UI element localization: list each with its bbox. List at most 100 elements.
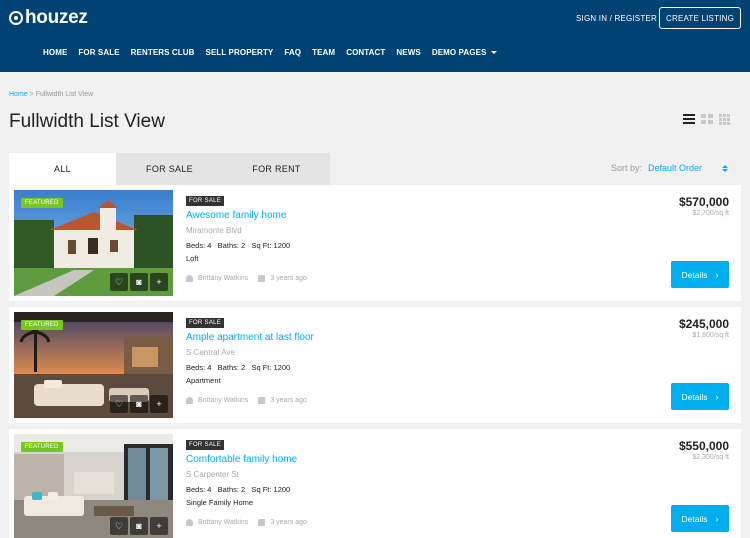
posted-date: 3 years ago — [270, 275, 307, 282]
details-button[interactable]: Details › — [671, 383, 729, 410]
grid-small-view-icon[interactable] — [719, 114, 731, 125]
camera-icon[interactable]: ◙ — [130, 395, 148, 413]
listing-type: Loft — [186, 254, 199, 263]
price-per-sqft: $1,800/sq ft — [692, 332, 729, 339]
tab-for-rent[interactable]: FOR RENT — [223, 153, 330, 185]
listing-address: S Carpenter St — [186, 470, 239, 479]
nav-item-for-sale[interactable]: FOR SALE — [78, 48, 119, 57]
listing-price: $570,000 — [678, 195, 729, 209]
details-label: Details — [681, 391, 708, 402]
agent-name[interactable]: Brittany Watkins — [198, 519, 248, 526]
agent-name[interactable]: Brittany Watkins — [198, 275, 248, 282]
logo-text: houzez — [25, 7, 88, 28]
heart-icon[interactable]: ♡ — [110, 517, 128, 535]
nav-item-renters-club[interactable]: RENTERS CLUB — [131, 48, 195, 57]
location-pin-icon — [9, 11, 23, 25]
listing-type: Apartment — [186, 376, 221, 385]
image-actions: ♡ ◙ + — [110, 517, 168, 535]
nav-item-contact[interactable]: CONTACT — [346, 48, 385, 57]
nav-item-team[interactable]: TEAM — [312, 48, 335, 57]
tab-all[interactable]: ALL — [9, 153, 116, 185]
listing-title[interactable]: Ample apartment at last floor — [186, 332, 314, 343]
sort-arrows-icon — [722, 164, 729, 172]
breadcrumb-home-link[interactable]: Home — [9, 91, 28, 98]
posted-date: 3 years ago — [270, 397, 307, 404]
nav-item-news[interactable]: NEWS — [396, 48, 420, 57]
nav-label: CONTACT — [346, 48, 386, 57]
create-listing-button[interactable]: CREATE LISTING — [659, 7, 741, 29]
price-per-sqft: $2,300/sq ft — [692, 454, 729, 461]
logo[interactable]: houzez — [9, 7, 88, 29]
nav-label: DEMO PAGES — [431, 48, 487, 57]
listing-specs: Beds: 4 Baths: 2 Sq Ft: 1200 — [186, 485, 291, 494]
posted-date: 3 years ago — [270, 519, 307, 526]
nav-label: SELL PROPERTY — [205, 48, 274, 57]
nav-label: FAQ — [284, 48, 302, 57]
nav-item-home[interactable]: HOME — [43, 48, 67, 57]
plus-icon[interactable]: + — [150, 273, 168, 291]
nav-label: NEWS — [396, 48, 421, 57]
calendar-icon — [258, 519, 266, 526]
listing-image[interactable]: FEATURED ♡ ◙ + — [14, 434, 173, 538]
listing-price: $550,000 — [678, 439, 729, 453]
sign-in-register-link[interactable]: SIGN IN / REGISTER — [576, 14, 657, 23]
nav-item-sell-property[interactable]: SELL PROPERTY — [206, 48, 274, 57]
sort-label: Sort by: — [611, 163, 643, 173]
price-per-sqft: $2,700/sq ft — [692, 210, 729, 217]
site-header: houzez SIGN IN / REGISTER CREATE LISTING… — [0, 0, 750, 72]
plus-icon[interactable]: + — [150, 517, 168, 535]
listing-tabs: ALL FOR SALE FOR RENT — [9, 153, 330, 185]
listing-specs: Beds: 4 Baths: 2 Sq Ft: 1200 — [186, 241, 291, 250]
agent-name[interactable]: Brittany Watkins — [198, 397, 248, 404]
details-label: Details — [681, 269, 708, 280]
breadcrumb-separator: > — [29, 91, 34, 98]
user-icon — [186, 275, 193, 282]
grid-view-icon[interactable] — [701, 114, 713, 124]
chevron-down-icon — [491, 51, 498, 54]
plus-icon[interactable]: + — [150, 395, 168, 413]
listing-specs: Beds: 4 Baths: 2 Sq Ft: 1200 — [186, 363, 291, 372]
listing-meta: Brittany Watkins 3 years ago — [186, 519, 307, 526]
status-badge: FOR SALE — [186, 318, 225, 328]
nav-item-faq[interactable]: FAQ — [284, 48, 301, 57]
chevron-right-icon: › — [715, 513, 719, 524]
listing-meta: Brittany Watkins 3 years ago — [186, 397, 307, 404]
image-actions: ♡ ◙ + — [110, 273, 168, 291]
details-button[interactable]: Details › — [671, 505, 729, 532]
sort-control[interactable]: Sort by: Default Order — [611, 163, 729, 173]
listing-address: S Central Ave — [186, 348, 235, 357]
nav-label: FOR SALE — [78, 48, 120, 57]
calendar-icon — [258, 397, 266, 404]
heart-icon[interactable]: ♡ — [110, 273, 128, 291]
listing-card: FEATURED ♡ ◙ + FOR SALE Comfortable fami… — [9, 429, 741, 538]
nav-label: HOME — [43, 48, 68, 57]
calendar-icon — [258, 275, 266, 282]
listing-address: Miramonte Blvd — [186, 226, 242, 235]
user-icon — [186, 397, 193, 404]
heart-icon[interactable]: ♡ — [110, 395, 128, 413]
status-badge: FOR SALE — [186, 196, 225, 206]
page-title: Fullwidth List View — [9, 111, 165, 132]
details-label: Details — [681, 513, 708, 524]
listing-title[interactable]: Awesome family home — [186, 210, 286, 221]
image-actions: ♡ ◙ + — [110, 395, 168, 413]
featured-badge: FEATURED — [21, 442, 63, 452]
details-button[interactable]: Details › — [671, 261, 729, 288]
camera-icon[interactable]: ◙ — [130, 517, 148, 535]
featured-badge: FEATURED — [21, 320, 63, 330]
user-icon — [186, 519, 193, 526]
listing-image[interactable]: FEATURED ♡ ◙ + — [14, 312, 173, 418]
main-nav: HOME FOR SALE RENTERS CLUB SELL PROPERTY… — [43, 48, 508, 57]
listing-price: $245,000 — [678, 317, 729, 331]
tab-for-sale[interactable]: FOR SALE — [116, 153, 223, 185]
view-switcher — [683, 114, 731, 125]
sort-select[interactable]: Default Order — [648, 163, 702, 173]
listing-image[interactable]: FEATURED ♡ ◙ + — [14, 190, 173, 296]
nav-label: TEAM — [312, 48, 336, 57]
nav-item-demo-pages[interactable]: DEMO PAGES — [432, 48, 498, 57]
breadcrumb: Home > Fullwidth List View — [9, 91, 93, 98]
listing-title[interactable]: Comfortable family home — [186, 454, 297, 465]
camera-icon[interactable]: ◙ — [130, 273, 148, 291]
listing-type: Single Family Home — [186, 498, 254, 507]
list-view-icon[interactable] — [683, 114, 695, 124]
